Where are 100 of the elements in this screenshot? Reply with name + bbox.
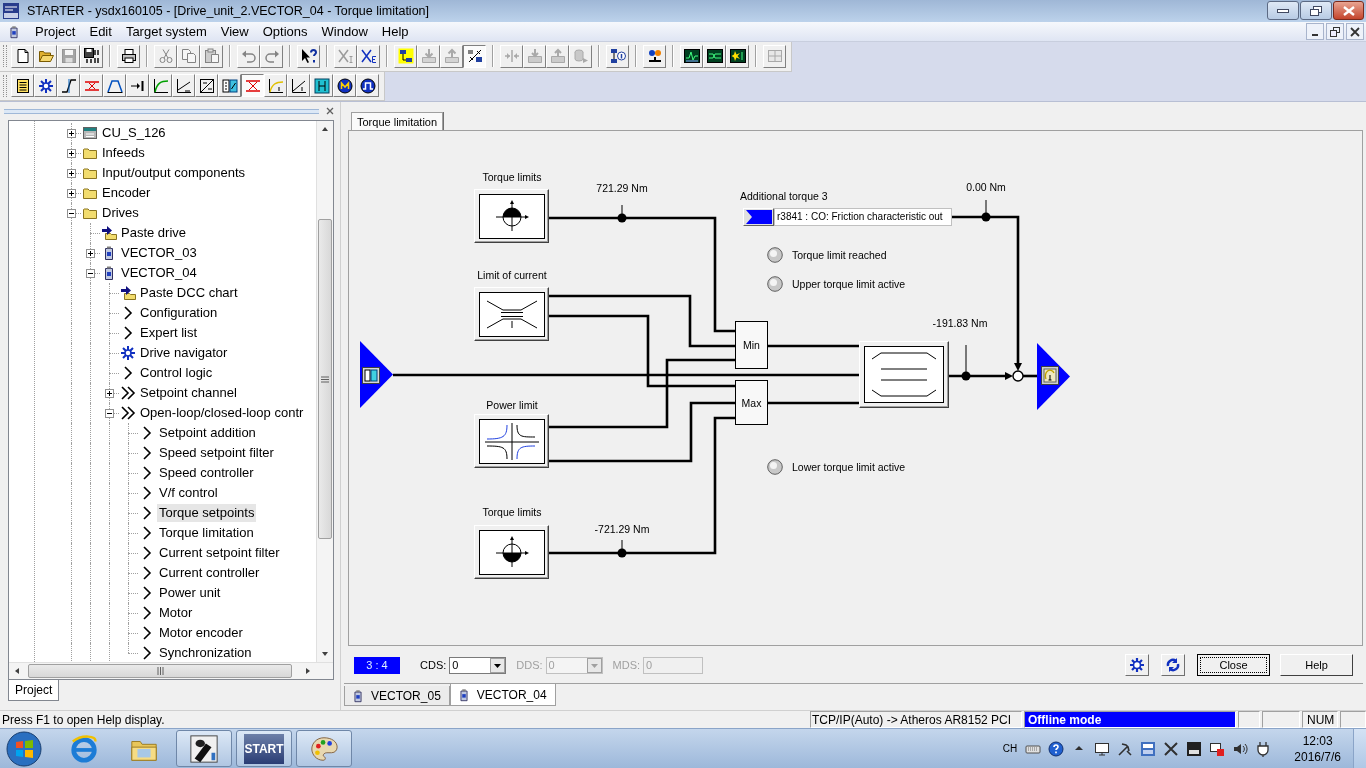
signal-source-field[interactable]: r3841 : CO: Friction characteristic out <box>774 208 952 226</box>
tree-item[interactable]: Configuration <box>138 304 220 322</box>
starter-app-button[interactable]: START <box>236 730 292 767</box>
document-tab[interactable]: VECTOR_05 <box>344 686 450 706</box>
restore-button[interactable] <box>1326 23 1344 40</box>
tree-item[interactable]: Torque setpoints <box>157 504 257 522</box>
dialog-button[interactable]: Close <box>1197 654 1270 676</box>
tree-item[interactable]: Synchronization <box>157 644 254 662</box>
clock[interactable]: 12:03 2016/7/6 <box>1294 732 1341 765</box>
setpoint-button[interactable] <box>57 74 80 98</box>
topology-button[interactable] <box>643 44 666 68</box>
tree-item[interactable]: Power unit <box>157 584 223 602</box>
current-controller-button[interactable] <box>287 74 310 98</box>
tree-item[interactable]: Paste drive <box>119 224 189 242</box>
motor-button[interactable] <box>333 74 356 98</box>
plus-box-icon[interactable] <box>105 388 114 398</box>
split-panel-icon[interactable] <box>1140 740 1157 757</box>
menu-item[interactable]: Edit <box>82 22 119 41</box>
tree-item[interactable]: Torque limitation <box>157 524 256 542</box>
plus-box-icon[interactable] <box>67 128 76 138</box>
plus-box-icon[interactable] <box>86 248 95 258</box>
menu-item[interactable]: Options <box>255 22 315 41</box>
plug-icon[interactable] <box>1255 740 1272 757</box>
new-button[interactable] <box>11 44 34 68</box>
current-setpoint-button[interactable] <box>264 74 287 98</box>
tree-item[interactable]: Setpoint addition <box>157 424 258 442</box>
connector-button[interactable] <box>743 208 774 226</box>
max-block[interactable]: Max <box>735 380 768 425</box>
encoder-button[interactable] <box>356 74 379 98</box>
tree-item[interactable]: V/f control <box>157 484 220 502</box>
tree-item[interactable]: Paste DCC chart <box>138 284 240 302</box>
power-limit-block[interactable] <box>474 414 549 468</box>
tree-item[interactable]: VECTOR_04 <box>119 264 199 282</box>
tree-item[interactable]: Control logic <box>138 364 215 382</box>
tile-icon[interactable] <box>1186 740 1203 757</box>
context-help-button[interactable] <box>297 44 320 68</box>
dialog-button[interactable]: Help <box>1280 654 1353 676</box>
function-generator-button[interactable] <box>726 44 749 68</box>
scroll-thumb[interactable] <box>28 664 292 678</box>
tree-item[interactable]: Infeeds <box>100 144 147 162</box>
tree-item[interactable]: Drives <box>100 204 141 222</box>
accessible-nodes-button[interactable] <box>606 44 629 68</box>
tree-item[interactable]: VECTOR_03 <box>119 244 199 262</box>
close-button[interactable] <box>1346 23 1364 40</box>
project-tab[interactable]: Project <box>8 680 60 701</box>
document-tab[interactable]: VECTOR_04 <box>449 684 556 706</box>
input-language[interactable]: CH <box>1002 743 1018 754</box>
open-button[interactable] <box>34 44 57 68</box>
pickaxe-icon[interactable] <box>1117 740 1134 757</box>
minimize-button[interactable] <box>1267 1 1299 20</box>
close-button[interactable] <box>1333 1 1364 20</box>
online-toggle-button[interactable] <box>463 44 486 68</box>
characteristic-button[interactable] <box>172 74 195 98</box>
view-tab[interactable]: Torque limitation <box>351 112 444 130</box>
tree-item[interactable]: Current controller <box>157 564 262 582</box>
drive-navigator-button[interactable] <box>34 74 57 98</box>
gauge-icon[interactable] <box>1041 366 1059 385</box>
torque-limits-block[interactable] <box>474 189 549 243</box>
screen-badge-icon[interactable] <box>1209 740 1226 757</box>
refresh-button[interactable] <box>1161 654 1185 676</box>
minus-box-icon[interactable] <box>105 408 114 418</box>
tree-item[interactable]: Encoder <box>100 184 153 202</box>
monitor-icon[interactable] <box>1094 740 1111 757</box>
taskbar-app-button[interactable] <box>176 730 232 767</box>
switching-button[interactable] <box>218 74 241 98</box>
ramp-function-button[interactable] <box>103 74 126 98</box>
menu-item[interactable]: Target system <box>118 22 214 41</box>
plus-box-icon[interactable] <box>67 168 76 178</box>
current-limit-block[interactable] <box>474 287 549 341</box>
tree-item[interactable]: Open-loop/closed-loop contr <box>138 404 306 422</box>
tree-item[interactable]: Speed controller <box>157 464 256 482</box>
vertical-scrollbar[interactable] <box>316 121 333 662</box>
menu-item[interactable]: Window <box>314 22 375 41</box>
setpoint-addition-button[interactable] <box>126 74 149 98</box>
plus-box-icon[interactable] <box>67 148 76 158</box>
tree-item[interactable]: Current setpoint filter <box>157 544 282 562</box>
speed-controller-button[interactable] <box>149 74 172 98</box>
minus-box-icon[interactable] <box>86 268 95 278</box>
tree-item[interactable]: Motor encoder <box>157 624 245 642</box>
menu-item[interactable]: View <box>213 22 256 41</box>
minus-box-icon[interactable] <box>67 208 76 218</box>
parameter-list-button[interactable] <box>11 74 34 98</box>
menu-item[interactable]: Project <box>28 22 83 41</box>
tree-item[interactable]: Input/output components <box>100 164 248 182</box>
dataset-dropdown[interactable]: 0 <box>449 656 507 674</box>
menu-item[interactable]: Help <box>374 22 416 41</box>
help-icon[interactable] <box>1048 740 1065 757</box>
limiter-block[interactable] <box>859 341 949 408</box>
function-block-icon[interactable] <box>362 367 380 384</box>
tree-item[interactable]: Speed setpoint filter <box>157 444 276 462</box>
torque-limits-block[interactable] <box>474 525 549 579</box>
close-icon[interactable] <box>326 107 334 115</box>
save-compile-button[interactable] <box>80 44 103 68</box>
power-unit-button[interactable] <box>310 74 333 98</box>
restore-button[interactable] <box>1300 1 1332 20</box>
trace-button[interactable] <box>680 44 703 68</box>
torque-limitation-button[interactable] <box>241 74 264 98</box>
vf-control-button[interactable] <box>195 74 218 98</box>
cross-icon[interactable] <box>1163 740 1180 757</box>
tree-item[interactable]: Expert list <box>138 324 200 342</box>
